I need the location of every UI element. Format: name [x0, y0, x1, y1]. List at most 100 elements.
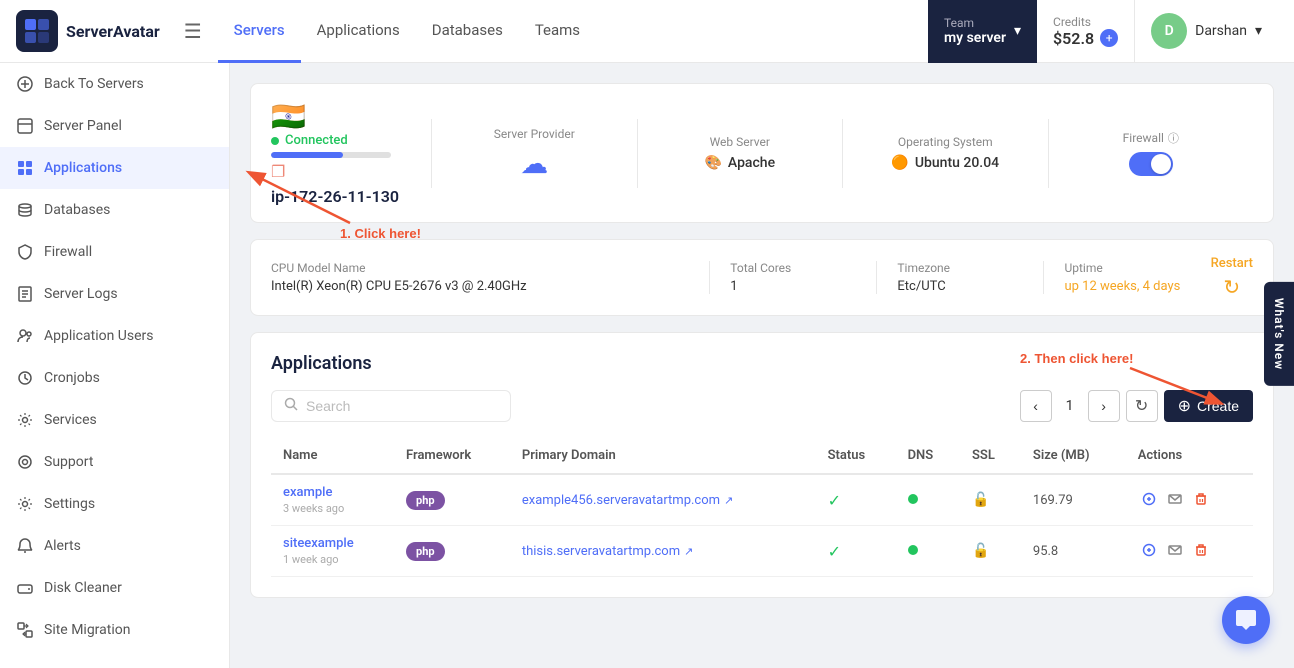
sidebar-item-cronjobs[interactable]: Cronjobs — [0, 357, 229, 399]
col-actions: Actions — [1126, 438, 1253, 474]
col-size: Size (MB) — [1021, 438, 1126, 474]
uptime-value: up 12 weeks, 4 days — [1064, 279, 1210, 294]
next-page-button[interactable]: › — [1088, 390, 1120, 422]
edit-button[interactable] — [1138, 490, 1160, 511]
sidebar-item-support[interactable]: Support — [0, 441, 229, 483]
restart-icon[interactable]: ↻ — [1211, 275, 1253, 299]
databases-icon — [16, 201, 34, 219]
team-selector[interactable]: Team my server ▾ — [928, 0, 1037, 63]
credits-add-button[interactable]: + — [1100, 29, 1118, 47]
cpu-model-label: CPU Model Name — [271, 261, 709, 275]
settings-icon — [16, 495, 34, 513]
nav-servers[interactable]: Servers — [218, 0, 301, 63]
controls-right: ‹ 1 › ↻ ⊕ Create — [1020, 390, 1253, 422]
delete-button[interactable] — [1190, 541, 1212, 562]
controls-row: ‹ 1 › ↻ ⊕ Create — [271, 390, 1253, 422]
firewall-icon — [16, 243, 34, 261]
status-dot — [271, 137, 279, 145]
email-button[interactable] — [1164, 490, 1186, 511]
server-logs-icon — [16, 285, 34, 303]
cell-status: ✓ — [816, 526, 896, 577]
firewall-toggle[interactable] — [1129, 152, 1173, 176]
app-name-link[interactable]: siteexample — [283, 536, 382, 551]
sidebar-item-disconnect[interactable]: Disconnect — [0, 659, 229, 668]
credits-area: Credits $52.8 + — [1037, 0, 1135, 63]
nav-applications[interactable]: Applications — [301, 0, 416, 63]
sidebar-item-server-panel[interactable]: Server Panel — [0, 105, 229, 147]
cpu-model-value: Intel(R) Xeon(R) CPU E5-2676 v3 @ 2.40GH… — [271, 279, 709, 294]
sidebar-item-site-migration[interactable]: Site Migration — [0, 609, 229, 651]
refresh-button[interactable]: ↻ — [1126, 390, 1158, 422]
credits-label: Credits — [1053, 15, 1118, 29]
sidebar-item-back-to-servers[interactable]: Back To Servers — [0, 63, 229, 105]
sidebar-item-databases[interactable]: Databases — [0, 189, 229, 231]
copy-icon[interactable]: ❐ — [271, 162, 285, 181]
edit-button[interactable] — [1138, 541, 1160, 562]
logo-icon — [16, 10, 58, 52]
top-nav: ServerAvatar ☰ Servers Applications Data… — [0, 0, 1294, 63]
cell-dns — [896, 474, 960, 526]
sidebar-label-services: Services — [44, 412, 97, 428]
progress-fill — [271, 152, 343, 158]
sidebar-label-application-users: Application Users — [44, 328, 153, 344]
server-hostname: ip-172-26-11-130 — [271, 187, 399, 206]
sidebar-item-alerts[interactable]: Alerts — [0, 525, 229, 567]
sidebar-item-applications[interactable]: Applications — [0, 147, 229, 189]
disk-cleaner-icon — [16, 579, 34, 597]
sidebar-item-disk-cleaner[interactable]: Disk Cleaner — [0, 567, 229, 609]
timezone-label: Timezone — [897, 261, 1043, 275]
logo-text: ServerAvatar — [66, 22, 160, 41]
whats-new-tab[interactable]: What's New — [1264, 282, 1294, 386]
ssl-lock-icon: 🔓 — [972, 492, 989, 508]
nav-databases[interactable]: Databases — [416, 0, 519, 63]
total-cores-block: Total Cores 1 — [709, 261, 876, 294]
server-provider-label: Server Provider — [494, 127, 575, 141]
domain-link[interactable]: thisis.serveravatartmp.com — [522, 544, 680, 559]
apache-icon: 🎨 — [704, 155, 721, 171]
cell-dns — [896, 526, 960, 577]
email-button[interactable] — [1164, 541, 1186, 562]
user-area[interactable]: D Darshan ▾ — [1135, 13, 1278, 49]
server-provider-value: ☁ — [520, 147, 548, 180]
sidebar-item-application-users[interactable]: Application Users — [0, 315, 229, 357]
prev-page-button[interactable]: ‹ — [1020, 390, 1052, 422]
applications-table: Name Framework Primary Domain Status DNS… — [271, 438, 1253, 577]
search-input[interactable] — [306, 398, 498, 414]
sidebar-label-support: Support — [44, 454, 93, 470]
sidebar-item-server-logs[interactable]: Server Logs — [0, 273, 229, 315]
sidebar-item-settings[interactable]: Settings — [0, 483, 229, 525]
delete-button[interactable] — [1190, 490, 1212, 511]
user-name: Darshan — [1195, 23, 1247, 39]
status-check-icon: ✓ — [828, 542, 841, 561]
controls-left — [271, 390, 511, 422]
sidebar-item-services[interactable]: Services — [0, 399, 229, 441]
uptime-label: Uptime — [1064, 261, 1210, 275]
chat-bubble[interactable] — [1222, 596, 1270, 644]
cell-ssl: 🔓 — [960, 526, 1021, 577]
web-server-value: 🎨 Apache — [704, 155, 775, 171]
external-link-icon: ↗ — [684, 545, 693, 558]
app-time: 1 week ago — [283, 553, 382, 566]
cloud-icon: ☁ — [520, 147, 548, 180]
team-chevron-icon: ▾ — [1014, 23, 1021, 39]
section-header: Applications — [271, 353, 1253, 374]
site-migration-icon — [16, 621, 34, 639]
cell-framework: php — [394, 526, 510, 577]
plus-icon: ⊕ — [1178, 396, 1191, 416]
nav-teams[interactable]: Teams — [519, 0, 596, 63]
domain-link[interactable]: example456.serveravatartmp.com — [522, 493, 720, 508]
sidebar-label-alerts: Alerts — [44, 538, 81, 554]
credits-value: $52.8 — [1053, 29, 1094, 48]
col-primary-domain: Primary Domain — [510, 438, 816, 474]
nav-links: Servers Applications Databases Teams — [218, 0, 928, 63]
sidebar-item-firewall[interactable]: Firewall — [0, 231, 229, 273]
create-application-button[interactable]: ⊕ Create — [1164, 390, 1253, 422]
services-icon — [16, 411, 34, 429]
cell-framework: php — [394, 474, 510, 526]
nav-right: Team my server ▾ Credits $52.8 + D Darsh… — [928, 0, 1278, 63]
connection-status-row: Connected — [271, 133, 399, 148]
cores-label: Total Cores — [730, 261, 876, 275]
os-value: 🟠 Ubuntu 20.04 — [891, 155, 999, 171]
app-name-link[interactable]: example — [283, 485, 382, 500]
hamburger-icon[interactable]: ☰ — [184, 19, 202, 43]
